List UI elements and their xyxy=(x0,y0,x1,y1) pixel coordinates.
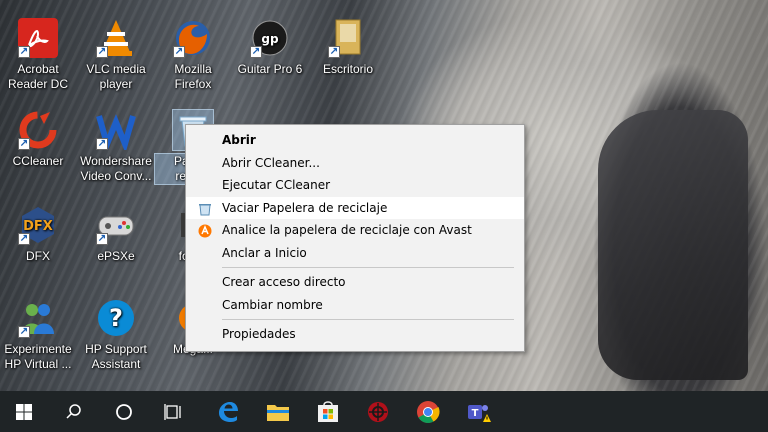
desktop-icon-label: Mozilla Firefox xyxy=(174,62,212,91)
desktop-icon-escritorio[interactable]: ↗ Escritorio xyxy=(310,18,386,77)
store-icon[interactable] xyxy=(304,391,352,432)
menu-item-crear-acceso-directo[interactable]: Crear acceso directo xyxy=(186,271,524,294)
desktop-icon-label: ePSXe xyxy=(97,249,135,263)
menu-item-label: Abrir xyxy=(222,133,256,147)
avast-icon xyxy=(198,223,212,238)
menu-item-label: Vaciar Papelera de reciclaje xyxy=(222,200,388,215)
menu-item-abrir-ccleaner[interactable]: Abrir CCleaner... xyxy=(186,152,524,175)
guitar-pro-icon: gp ↗ xyxy=(250,18,290,58)
menu-item-label: Ejecutar CCleaner xyxy=(222,178,331,192)
svg-text:DFX: DFX xyxy=(23,219,53,234)
edge-icon[interactable] xyxy=(204,391,252,432)
desktop-icon-hp-virtual[interactable]: ↗ Experimente HP Virtual ... xyxy=(0,298,76,372)
svg-text:T: T xyxy=(472,408,479,419)
windows-start-icon[interactable] xyxy=(0,391,48,432)
desktop-icon-acrobat[interactable]: ↗ Acrobat Reader DC xyxy=(0,18,76,92)
ccleaner-icon: ↗ xyxy=(18,110,58,150)
menu-item-label: Propiedades xyxy=(222,327,296,341)
app-red-icon[interactable] xyxy=(354,391,402,432)
menu-item-propiedades[interactable]: Propiedades xyxy=(186,323,524,346)
menu-item-abrir[interactable]: Abrir xyxy=(186,129,524,152)
desktop-icon-guitar-pro[interactable]: gp ↗ Guitar Pro 6 xyxy=(232,18,308,77)
epsxe-icon: ↗ xyxy=(96,205,136,245)
desktop-icon-label: DFX xyxy=(26,249,50,263)
acrobat-icon: ↗ xyxy=(18,18,58,58)
desktop-icon-label: Acrobat Reader DC xyxy=(7,62,69,91)
menu-item-cambiar-nombre[interactable]: Cambiar nombre xyxy=(186,294,524,317)
taskbar: T xyxy=(0,391,768,432)
dfx-icon: DFX ↗ xyxy=(18,205,58,245)
menu-item-label: Analice la papelera de reciclaje con Ava… xyxy=(222,223,472,237)
menu-separator xyxy=(222,319,514,320)
menu-item-label: Cambiar nombre xyxy=(222,297,323,312)
folder-icon: ↗ xyxy=(328,18,368,58)
menu-item-vaciar-papelera[interactable]: Vaciar Papelera de reciclaje xyxy=(186,196,524,219)
menu-separator xyxy=(222,267,514,268)
desktop-icon-label: CCleaner xyxy=(12,154,64,168)
wondershare-icon: ↗ xyxy=(96,110,136,150)
context-menu: Abrir Abrir CCleaner... Ejecutar CCleane… xyxy=(185,124,525,352)
wallpaper-rock xyxy=(598,110,748,380)
desktop-icon-wondershare[interactable]: ↗ Wondershare Video Conv... xyxy=(78,110,154,184)
cortana-icon[interactable] xyxy=(100,391,148,432)
svg-text:gp: gp xyxy=(261,32,279,46)
vlc-icon: ↗ xyxy=(96,18,136,58)
firefox-icon: ↗ xyxy=(173,18,213,58)
menu-item-ejecutar-ccleaner[interactable]: Ejecutar CCleaner xyxy=(186,174,524,197)
desktop-icon-hp-support[interactable]: ? HP Support Assistant xyxy=(78,298,154,372)
search-icon[interactable] xyxy=(50,391,98,432)
hp-virtual-icon: ↗ xyxy=(18,298,58,338)
recycle-bin-icon xyxy=(198,201,212,215)
desktop-icon-label: VLC media player xyxy=(86,62,146,91)
desktop-icon-label: HP Support Assistant xyxy=(85,342,147,371)
chrome-icon[interactable] xyxy=(404,391,452,432)
file-explorer-icon[interactable] xyxy=(254,391,302,432)
desktop-icon-dfx[interactable]: DFX ↗ DFX xyxy=(0,205,76,264)
desktop-icon-label: Experimente HP Virtual ... xyxy=(4,342,72,371)
desktop-icon-label: Escritorio xyxy=(322,62,373,76)
desktop-icon-vlc[interactable]: ↗ VLC media player xyxy=(78,18,154,92)
menu-item-label: Crear acceso directo xyxy=(222,275,346,289)
desktop-icon-label: Wondershare Video Conv... xyxy=(80,154,152,183)
menu-item-anclar-inicio[interactable]: Anclar a Inicio xyxy=(186,242,524,265)
desktop-icon-label: Guitar Pro 6 xyxy=(237,62,303,76)
desktop-icon-ccleaner[interactable]: ↗ CCleaner xyxy=(0,110,76,169)
menu-item-label: Abrir CCleaner... xyxy=(222,155,320,170)
task-view-icon[interactable] xyxy=(150,391,198,432)
hp-support-icon: ? xyxy=(96,298,136,338)
menu-item-analice-avast[interactable]: Analice la papelera de reciclaje con Ava… xyxy=(186,219,524,242)
menu-item-label: Anclar a Inicio xyxy=(222,245,307,260)
teams-icon[interactable]: T xyxy=(454,391,502,432)
desktop-icon-firefox[interactable]: ↗ Mozilla Firefox xyxy=(155,18,231,92)
desktop-icon-epsxe[interactable]: ↗ ePSXe xyxy=(78,205,154,264)
svg-text:?: ? xyxy=(109,304,123,332)
